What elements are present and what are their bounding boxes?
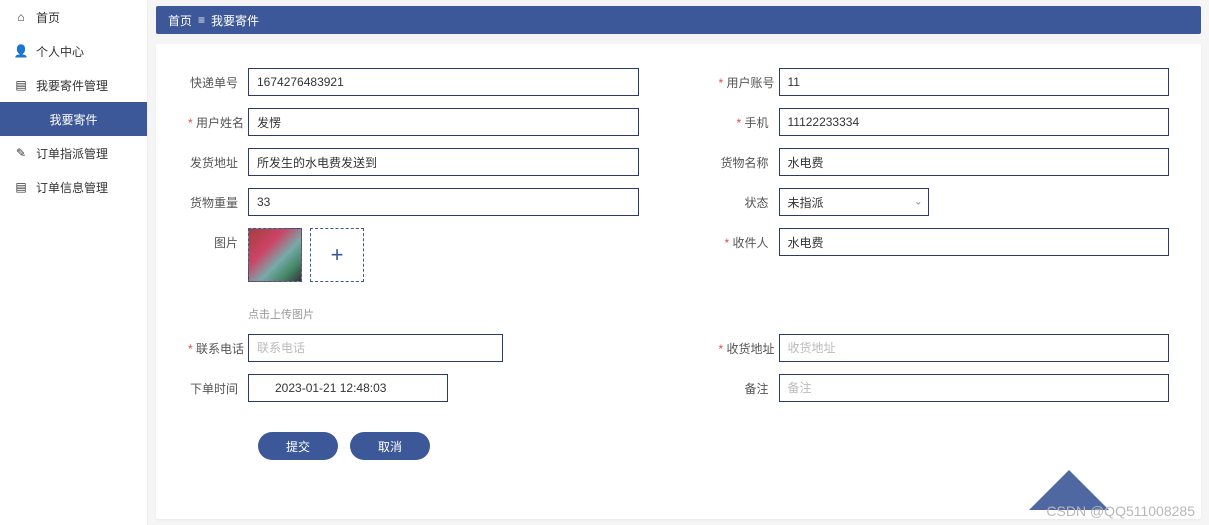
breadcrumb-home[interactable]: 首页 [168, 12, 192, 29]
sidebar-item-home[interactable]: ⌂ 首页 [0, 0, 147, 34]
receiver-input[interactable] [779, 228, 1170, 256]
watermark: CSDN @QQ511008285 [1046, 503, 1195, 519]
label-recv-addr: 收货地址 [719, 334, 779, 357]
sidebar-item-label: 首页 [36, 9, 60, 26]
user-account-input[interactable] [779, 68, 1170, 96]
sidebar-item-label: 订单信息管理 [36, 179, 108, 196]
contact-phone-input[interactable] [248, 334, 503, 362]
remark-input[interactable] [779, 374, 1170, 402]
sidebar-item-label: 订单指派管理 [36, 145, 108, 162]
upload-add-button[interactable]: + [310, 228, 364, 282]
sidebar-item-order-manage[interactable]: ▤ 订单信息管理 [0, 170, 147, 204]
sidebar-item-ship[interactable]: 我要寄件 [0, 102, 147, 136]
label-goods-name: 货物名称 [719, 148, 779, 171]
order-time-input[interactable] [248, 374, 448, 402]
status-value[interactable] [779, 188, 929, 216]
goods-name-input[interactable] [779, 148, 1170, 176]
recv-addr-input[interactable] [779, 334, 1170, 362]
list-icon: ▤ [14, 180, 28, 194]
list-icon: ▤ [14, 78, 28, 92]
label-image: 图片 [188, 228, 248, 251]
label-user-account: 用户账号 [719, 68, 779, 91]
breadcrumb: 首页 ≡ 我要寄件 [156, 6, 1201, 34]
edit-icon: ✎ [14, 146, 28, 160]
sidebar: ⌂ 首页 👤 个人中心 ▤ 我要寄件管理 我要寄件 ✎ 订单指派管理 ▤ 订单信… [0, 0, 148, 525]
label-ship-addr: 发货地址 [188, 148, 248, 171]
sidebar-item-label: 个人中心 [36, 43, 84, 60]
breadcrumb-current: 我要寄件 [211, 12, 259, 29]
image-thumbnail[interactable] [248, 228, 302, 282]
label-user-name: 用户姓名 [188, 108, 248, 131]
cancel-button[interactable]: 取消 [350, 432, 430, 460]
label-phone: 手机 [719, 108, 779, 131]
main: 首页 ≡ 我要寄件 快递单号 用户账号 用户姓名 手机 [148, 0, 1209, 525]
label-goods-weight: 货物重量 [188, 188, 248, 211]
sidebar-item-label: 我要寄件 [49, 111, 97, 128]
form-panel: 快递单号 用户账号 用户姓名 手机 发货地址 [156, 44, 1201, 519]
status-select[interactable]: ⌄ [779, 188, 929, 216]
goods-weight-input[interactable] [248, 188, 639, 216]
user-icon: 👤 [14, 44, 28, 58]
sidebar-item-label: 我要寄件管理 [36, 77, 108, 94]
home-icon: ⌂ [14, 10, 28, 24]
label-order-time: 下单时间 [188, 374, 248, 397]
submit-button[interactable]: 提交 [258, 432, 338, 460]
label-remark: 备注 [719, 374, 779, 397]
upload-hint: 点击上传图片 [248, 306, 639, 322]
breadcrumb-sep-icon: ≡ [198, 13, 205, 27]
phone-input[interactable] [779, 108, 1170, 136]
sidebar-item-ship-manage[interactable]: ▤ 我要寄件管理 [0, 68, 147, 102]
ship-addr-input[interactable] [248, 148, 639, 176]
user-name-input[interactable] [248, 108, 639, 136]
sidebar-item-assign-manage[interactable]: ✎ 订单指派管理 [0, 136, 147, 170]
label-receiver: 收件人 [719, 228, 779, 251]
label-express-no: 快递单号 [188, 68, 248, 91]
express-no-input[interactable] [248, 68, 639, 96]
label-status: 状态 [719, 188, 779, 211]
label-contact-phone: 联系电话 [188, 334, 248, 357]
sidebar-item-profile[interactable]: 👤 个人中心 [0, 34, 147, 68]
plus-icon: + [331, 242, 344, 268]
